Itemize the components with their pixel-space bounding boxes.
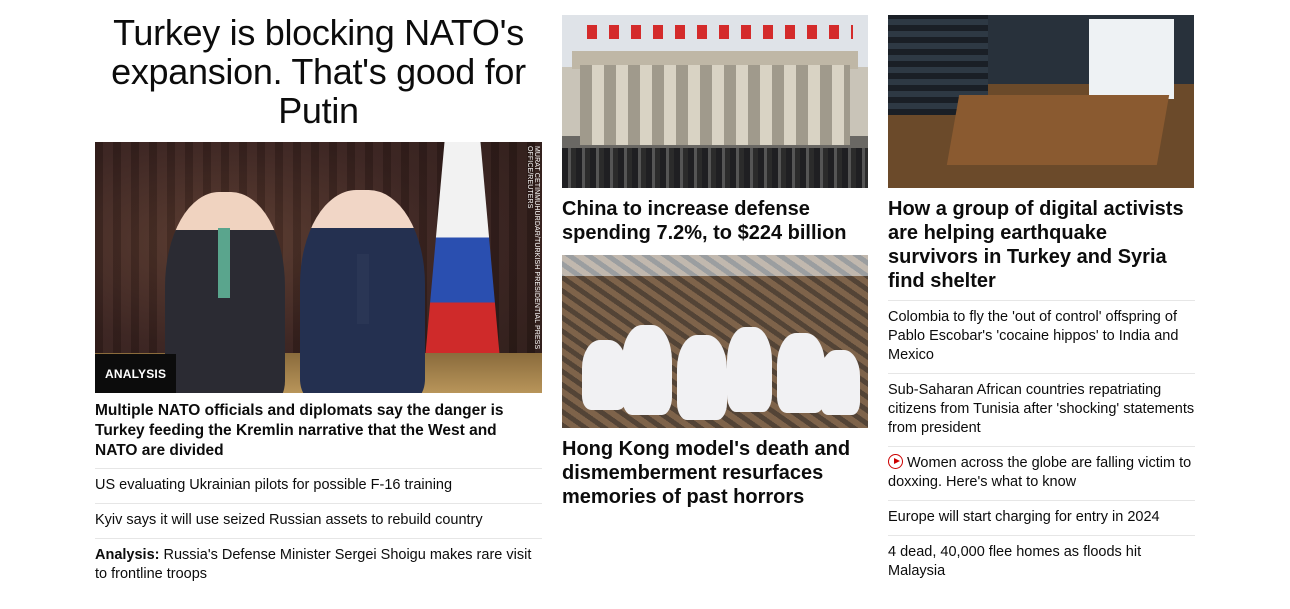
video-play-icon xyxy=(888,454,903,469)
related-link[interactable]: Analysis: Russia's Defense Minister Serg… xyxy=(95,538,542,592)
lead-story: Turkey is blocking NATO's expansion. Tha… xyxy=(95,0,542,592)
related-link[interactable]: Kyiv says it will use seized Russian ass… xyxy=(95,503,542,538)
link-text: Europe will start charging for entry in … xyxy=(888,509,1160,525)
china-hall-image[interactable] xyxy=(562,15,868,188)
lead-subhead[interactable]: Multiple NATO officials and diplomats sa… xyxy=(95,401,542,461)
right-link[interactable]: Sub-Saharan African countries repatriati… xyxy=(888,373,1195,446)
lead-headline[interactable]: Turkey is blocking NATO's expansion. Tha… xyxy=(95,13,542,130)
photo-credit: MURAT CETINMUHURDAR/TURKISH PRESIDENTIAL… xyxy=(526,146,540,350)
middle-column: China to increase defense spending 7.2%,… xyxy=(562,0,868,509)
link-text: Kyiv says it will use seized Russian ass… xyxy=(95,512,483,528)
link-text: US evaluating Ukrainian pilots for possi… xyxy=(95,477,453,493)
link-text: Sub-Saharan African countries repatriati… xyxy=(888,382,1195,436)
right-links: Colombia to fly the 'out of control' off… xyxy=(888,300,1195,589)
right-link[interactable]: 4 dead, 40,000 flee homes as floods hit … xyxy=(888,535,1195,589)
lead-related-links: US evaluating Ukrainian pilots for possi… xyxy=(95,468,542,592)
link-text: Russia's Defense Minister Sergei Shoigu … xyxy=(95,547,532,582)
lead-image[interactable]: ANALYSIS MURAT CETINMUHURDAR/TURKISH PRE… xyxy=(95,142,542,393)
right-column: How a group of digital activists are hel… xyxy=(888,0,1195,589)
activists-headline[interactable]: How a group of digital activists are hel… xyxy=(888,197,1195,293)
analysis-badge: ANALYSIS xyxy=(95,354,177,393)
hong-kong-image[interactable] xyxy=(562,255,868,428)
right-link[interactable]: Colombia to fly the 'out of control' off… xyxy=(888,300,1195,373)
china-defense-headline[interactable]: China to increase defense spending 7.2%,… xyxy=(562,197,868,245)
link-text: Colombia to fly the 'out of control' off… xyxy=(888,309,1179,363)
right-link[interactable]: Women across the globe are falling victi… xyxy=(888,446,1195,500)
link-prefix: Analysis: xyxy=(95,547,160,563)
link-text: 4 dead, 40,000 flee homes as floods hit … xyxy=(888,544,1142,579)
hong-kong-headline[interactable]: Hong Kong model's death and dismembermen… xyxy=(562,437,868,509)
related-link[interactable]: US evaluating Ukrainian pilots for possi… xyxy=(95,468,542,503)
activists-image[interactable] xyxy=(888,15,1194,188)
link-text: Women across the globe are falling victi… xyxy=(888,455,1192,490)
right-link[interactable]: Europe will start charging for entry in … xyxy=(888,500,1195,535)
